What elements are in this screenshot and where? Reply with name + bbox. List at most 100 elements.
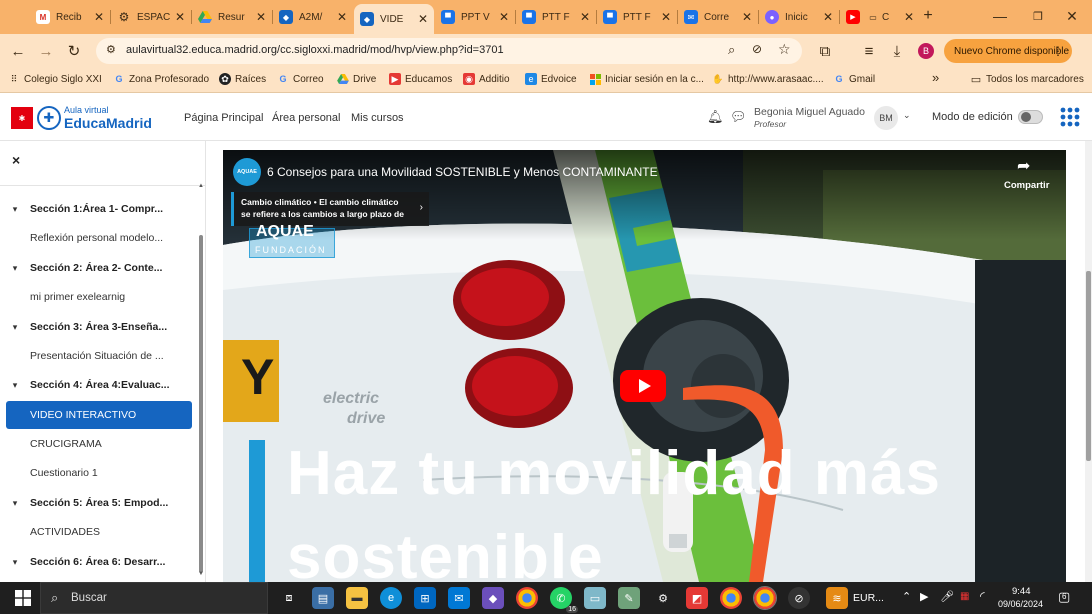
course-section[interactable]: ▾ Sección 5: Área 5: Empod... — [0, 489, 200, 517]
browser-tab[interactable]: ▀ PTT F ✕ — [516, 5, 597, 29]
chrome-icon[interactable] — [753, 586, 777, 610]
chevron-down-icon[interactable]: ▾ — [0, 263, 30, 274]
microphone-icon[interactable]: 🎤︎ — [940, 590, 954, 603]
app-icon[interactable]: ◩ — [686, 587, 708, 609]
chrome-icon[interactable] — [720, 587, 742, 609]
course-section[interactable]: ▾ Sección 4: Área 4:Evaluac... — [0, 371, 200, 399]
bookmark-item[interactable]: ✿ Raíces — [219, 73, 266, 85]
bookmarks-overflow-button[interactable]: » — [932, 70, 939, 85]
course-activity-link[interactable]: Reflexión personal modelo... — [0, 224, 200, 252]
chrome-icon[interactable] — [516, 587, 538, 609]
close-tab-icon[interactable]: ✕ — [335, 10, 349, 24]
bookmark-star-icon[interactable]: ☆ — [778, 41, 791, 58]
nav-home[interactable]: Página Principal — [184, 112, 264, 124]
browser-tab[interactable]: Resur ✕ — [192, 5, 273, 29]
close-tab-icon[interactable]: ✕ — [92, 10, 106, 24]
close-tab-icon[interactable]: ✕ — [173, 10, 187, 24]
chevron-right-icon[interactable]: › — [420, 202, 423, 213]
nav-dashboard[interactable]: Área personal — [272, 112, 341, 124]
youtube-play-button[interactable] — [620, 370, 666, 402]
course-section[interactable]: ▾ Sección 1:Área 1- Compr... — [0, 195, 200, 223]
bookmark-item[interactable]: ✋ http://www.arasaac.... — [712, 73, 823, 85]
browser-tab[interactable]: ◆ A2M/ ✕ — [273, 5, 353, 29]
new-tab-button[interactable]: + — [908, 4, 948, 28]
close-tab-icon[interactable]: ✕ — [821, 10, 835, 24]
user-avatar[interactable]: BM — [874, 106, 898, 130]
mail-app-icon[interactable]: ✉ — [448, 587, 470, 609]
taskbar-search-box[interactable]: ⌕ Buscar — [40, 582, 268, 614]
chevron-down-icon[interactable]: ▾ — [0, 322, 30, 333]
edge-icon[interactable]: e — [380, 587, 402, 609]
course-activity-link[interactable]: ACTIVIDADES — [0, 518, 200, 546]
chrome-update-button[interactable]: Nuevo Chrome disponible ⋮ — [944, 39, 1072, 63]
bookmark-item[interactable]: Drive — [337, 73, 376, 85]
address-bar[interactable]: ⚙ aulavirtual32.educa.madrid.org/cc.sigl… — [96, 38, 802, 64]
educamadrid-logo-icon[interactable]: ✚ — [37, 106, 61, 130]
downloads-icon[interactable]: ⤓ — [885, 39, 909, 63]
close-drawer-button[interactable]: × — [12, 152, 20, 168]
url-text[interactable]: aulavirtual32.educa.madrid.org/cc.siglox… — [126, 44, 504, 56]
close-tab-icon[interactable]: ✕ — [416, 12, 430, 26]
close-window-button[interactable]: ✕ — [1052, 4, 1092, 28]
app-tray-icon[interactable]: ▦ — [960, 591, 969, 602]
camera-icon[interactable]: ▶ — [920, 590, 928, 603]
madrid-logo[interactable]: ✱ — [11, 107, 33, 129]
wifi-icon[interactable]: ◜ — [980, 589, 985, 603]
close-tab-icon[interactable]: ✕ — [659, 10, 673, 24]
page-scrollbar[interactable] — [1085, 141, 1092, 582]
weather-icon[interactable]: ≋ — [826, 587, 848, 609]
course-activity-link[interactable]: mi primer exelearnig — [0, 283, 200, 311]
forward-button[interactable]: → — [34, 39, 58, 63]
settings-icon[interactable]: ⚙ — [652, 587, 674, 609]
drawer-scrollbar[interactable]: ▲ ▼ — [198, 183, 204, 579]
user-menu-chevron-icon[interactable]: ⌄ — [903, 110, 911, 121]
course-section[interactable]: ▾ Sección 2: Área 2- Conte... — [0, 254, 200, 282]
file-explorer-icon[interactable]: ▬ — [346, 587, 368, 609]
course-activity-link[interactable]: Presentación Situación de ... — [0, 342, 200, 370]
bookmark-item[interactable]: ⠿ Colegio Siglo XXI — [8, 73, 102, 85]
bookmark-item[interactable]: ◉ Additio — [463, 73, 510, 85]
course-activity-link-active[interactable]: VIDEO INTERACTIVO — [6, 401, 192, 429]
brand-bottom[interactable]: EducaMadrid — [64, 115, 152, 131]
bookmark-item[interactable]: G Gmail — [833, 73, 875, 85]
whatsapp-icon[interactable]: ✆ 16 — [550, 587, 578, 613]
nav-my-courses[interactable]: Mis cursos — [351, 112, 404, 124]
chevron-down-icon[interactable]: ▾ — [0, 204, 30, 215]
browser-tab[interactable]: ● Inicic ✕ — [759, 5, 840, 29]
zoom-icon[interactable]: ⌕ — [728, 42, 735, 58]
bookmark-item[interactable]: ▶ Educamos — [389, 73, 452, 85]
apps-grid-icon[interactable] — [1060, 107, 1080, 132]
site-info-icon[interactable]: ⚙ — [106, 43, 116, 56]
scroll-up-arrow-icon[interactable]: ▲ — [198, 183, 204, 189]
clock-time[interactable]: 9:44 — [1012, 586, 1031, 597]
course-activity-link[interactable]: Cuestionario 1 — [0, 459, 200, 487]
edit-mode-toggle[interactable] — [1018, 110, 1043, 124]
tray-chevron-icon[interactable]: ⌃ — [902, 590, 911, 603]
info-card[interactable]: Cambio climático • El cambio climático s… — [231, 192, 429, 226]
profile-avatar[interactable]: B — [914, 39, 938, 63]
store-icon[interactable]: ⊞ — [414, 587, 436, 609]
course-activity-link[interactable]: CRUCIGRAMA — [0, 430, 200, 458]
share-label[interactable]: Compartir — [1004, 180, 1049, 191]
chevron-down-icon[interactable]: ▾ — [0, 557, 30, 568]
browser-tab[interactable]: ✉ Corre ✕ — [678, 5, 759, 29]
video-title[interactable]: 6 Consejos para una Movilidad SOSTENIBLE… — [267, 165, 658, 179]
bookmark-item[interactable]: G Zona Profesorado — [113, 73, 209, 85]
close-tab-icon[interactable]: ✕ — [740, 10, 754, 24]
chevron-down-icon[interactable]: ▾ — [0, 380, 30, 391]
scroll-down-arrow-icon[interactable]: ▼ — [198, 571, 204, 577]
browser-tab[interactable]: ▀ PPT V ✕ — [435, 5, 516, 29]
channel-avatar[interactable]: AQUAE — [233, 158, 261, 186]
course-activity-link[interactable]: Avisos — [0, 183, 200, 191]
app-icon[interactable]: ⊘ — [788, 587, 810, 609]
eye-off-icon[interactable]: ⊘ — [752, 42, 762, 56]
course-section[interactable]: ▾ Sección 6: Área 6: Desarr... — [0, 548, 200, 576]
app-icon[interactable]: ✎ — [618, 587, 640, 609]
browser-tab[interactable]: M Recib ✕ — [30, 5, 111, 29]
course-section[interactable]: ▾ Sección 3: Área 3-Enseña... — [0, 313, 200, 341]
chevron-down-icon[interactable]: ▾ — [0, 498, 30, 509]
browser-tab-active[interactable]: ◆ VIDE ✕ — [354, 4, 434, 34]
bookmark-item[interactable]: G Correo — [277, 73, 323, 85]
bookmark-item[interactable]: Iniciar sesión en la c... — [589, 73, 704, 85]
close-tab-icon[interactable]: ✕ — [254, 10, 268, 24]
